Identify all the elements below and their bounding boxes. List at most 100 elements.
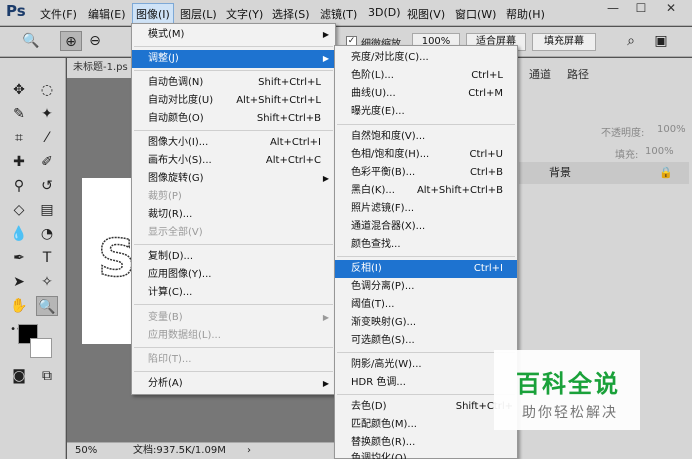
eraser-tool-icon[interactable]: ◇: [8, 200, 30, 220]
brush-tool-icon[interactable]: ✐: [36, 152, 58, 172]
menu-item-curves[interactable]: 曲线(U)... Ctrl+M: [335, 85, 517, 103]
menu-item-invert[interactable]: 反相(I) Ctrl+I: [335, 260, 517, 278]
menu-file[interactable]: 文件(F): [40, 6, 77, 22]
menu-item-mode[interactable]: 模式(M) ▶: [132, 26, 335, 44]
adjustments-submenu: 亮度/对比度(C)... 色阶(L)... Ctrl+L 曲线(U)... Ctrl…: [334, 45, 518, 459]
menu-item-canvas-size[interactable]: 画布大小(S)... Alt+Ctrl+C: [132, 152, 335, 170]
menu-item-duplicate[interactable]: 复制(D)...: [132, 248, 335, 266]
quick-select-tool-icon[interactable]: ✎: [8, 104, 30, 124]
menu-item-image-size[interactable]: 图像大小(I)... Alt+Ctrl+I: [132, 134, 335, 152]
move-tool-icon[interactable]: ✥: [8, 80, 30, 100]
type-tool-icon[interactable]: T: [36, 248, 58, 268]
menu-item-trim[interactable]: 裁切(R)...: [132, 206, 335, 224]
menu-3d[interactable]: 3D(D): [368, 6, 401, 19]
watermark-subtitle: 助你轻松解决: [522, 405, 618, 421]
menu-item-hue-saturation[interactable]: 色相/饱和度(H)... Ctrl+U: [335, 146, 517, 164]
menu-filter[interactable]: 滤镜(T): [320, 6, 357, 22]
blur-tool-icon[interactable]: 💧: [8, 224, 30, 244]
watermark-title: 百科全说: [516, 370, 620, 398]
menu-layer[interactable]: 图层(L): [180, 6, 217, 22]
custom-shape-icon[interactable]: ✧: [36, 272, 58, 292]
menu-select[interactable]: 选择(S): [272, 6, 310, 22]
menu-item-calculations[interactable]: 计算(C)...: [132, 284, 335, 302]
layer-row-background[interactable]: 背景 🔒: [519, 162, 689, 184]
tools-panel: ✥ ◌ ✎ ✦ ⌗ ⁄ ✚ ✐ ⚲ ↺ ◇ ▤ 💧 ◔ ✒ T ➤ ✧ ✋ 🔍 …: [0, 58, 66, 459]
gradient-tool-icon[interactable]: ▤: [36, 200, 58, 220]
menu-item-color-lookup[interactable]: 颜色查找...: [335, 236, 517, 254]
menu-item-gradient-map[interactable]: 渐变映射(G)...: [335, 314, 517, 332]
path-select-icon[interactable]: ➤: [8, 272, 30, 292]
pen-tool-icon[interactable]: ✒: [8, 248, 30, 268]
menu-item-color-balance[interactable]: 色彩平衡(B)... Ctrl+B: [335, 164, 517, 182]
menu-item-black-white[interactable]: 黑白(K)... Alt+Shift+Ctrl+B: [335, 182, 517, 200]
svg-text:S: S: [98, 229, 135, 289]
menu-type[interactable]: 文字(Y): [226, 6, 263, 22]
menu-item-match-color[interactable]: 匹配颜色(M)...: [335, 416, 517, 434]
clone-stamp-icon[interactable]: ⚲: [8, 176, 30, 196]
quick-mask-icon[interactable]: ◙: [8, 366, 30, 386]
menu-item-auto-color[interactable]: 自动颜色(O) Shift+Ctrl+B: [132, 110, 335, 128]
dodge-tool-icon[interactable]: ◔: [36, 224, 58, 244]
fill-screen-button[interactable]: 填充屏幕: [532, 33, 596, 51]
healing-brush-icon[interactable]: ✚: [8, 152, 30, 172]
close-button[interactable]: ✕: [658, 0, 684, 18]
opacity-label: 不透明度:: [601, 128, 645, 139]
menu-item-levels[interactable]: 色阶(L)... Ctrl+L: [335, 67, 517, 85]
menu-item-brightness-contrast[interactable]: 亮度/对比度(C)...: [335, 49, 517, 67]
menu-bar: Ps 文件(F) 编辑(E) 图像(I) 图层(L) 文字(Y) 选择(S) 滤…: [0, 0, 692, 26]
menu-item-auto-contrast[interactable]: 自动对比度(U) Alt+Shift+Ctrl+L: [132, 92, 335, 110]
tab-channels[interactable]: 通道: [529, 66, 551, 82]
menu-item-selective-color[interactable]: 可选颜色(S)...: [335, 332, 517, 350]
menu-item-channel-mixer[interactable]: 通道混合器(X)...: [335, 218, 517, 236]
zoom-tool-icon[interactable]: 🔍: [36, 296, 58, 316]
menu-item-image-rotation[interactable]: 图像旋转(G) ▶: [132, 170, 335, 188]
menu-item-apply-data-set: 应用数据组(L)...: [148, 330, 221, 341]
workspace-icon[interactable]: ▣: [650, 31, 672, 51]
menu-item-desaturate[interactable]: 去色(D) Shift+Ctrl+: [335, 398, 517, 416]
menu-item-hdr-toning[interactable]: HDR 色调...: [335, 374, 517, 392]
hand-tool-icon[interactable]: ✋: [8, 296, 30, 316]
history-brush-icon[interactable]: ↺: [36, 176, 58, 196]
lasso-tool-icon[interactable]: ◌: [36, 80, 58, 100]
magic-wand-icon[interactable]: ✦: [36, 104, 58, 124]
menu-item-trap: 陷印(T)...: [148, 354, 192, 365]
menu-item-reveal-all: 显示全部(V): [148, 227, 203, 238]
menu-help[interactable]: 帮助(H): [506, 6, 545, 22]
opacity-value[interactable]: 100%: [657, 124, 686, 135]
menu-view[interactable]: 视图(V): [407, 6, 445, 22]
eyedropper-tool-icon[interactable]: ⁄: [36, 128, 58, 148]
menu-item-equalize[interactable]: 色调均化(Q): [335, 450, 517, 459]
search-icon[interactable]: ⌕: [620, 31, 642, 51]
menu-window[interactable]: 窗口(W): [455, 6, 496, 22]
zoom-tool-preset-icon[interactable]: 🔍: [20, 31, 42, 51]
menu-item-exposure[interactable]: 曝光度(E)...: [335, 103, 517, 121]
menu-item-auto-tone[interactable]: 自动色调(N) Shift+Ctrl+L: [132, 74, 335, 92]
tab-paths[interactable]: 路径: [567, 66, 589, 82]
restore-button[interactable]: ☐: [628, 0, 654, 18]
menu-item-vibrance[interactable]: 自然饱和度(V)...: [335, 128, 517, 146]
crop-tool-icon[interactable]: ⌗: [8, 128, 30, 148]
status-expand-icon[interactable]: ›: [247, 443, 251, 458]
menu-item-photo-filter[interactable]: 照片滤镜(F)...: [335, 200, 517, 218]
menu-item-crop: 裁剪(P): [148, 191, 182, 202]
screen-mode-icon[interactable]: ⧉: [36, 366, 58, 386]
document-tab[interactable]: 未标题-1.ps: [67, 58, 137, 78]
fill-value[interactable]: 100%: [645, 146, 674, 157]
zoom-out-icon[interactable]: ⊖: [84, 31, 106, 51]
menu-edit[interactable]: 编辑(E): [88, 6, 126, 22]
menu-image[interactable]: 图像(I): [132, 3, 174, 25]
menu-item-adjustments[interactable]: 调整(J) ▶: [132, 50, 335, 68]
background-color-swatch[interactable]: [30, 338, 52, 358]
app-logo: Ps: [6, 2, 26, 20]
menu-item-apply-image[interactable]: 应用图像(Y)...: [132, 266, 335, 284]
minimize-button[interactable]: —: [600, 0, 626, 18]
menu-item-posterize[interactable]: 色调分离(P)...: [335, 278, 517, 296]
lock-icon: 🔒: [659, 166, 673, 179]
menu-item-variables: 变量(B) ▶: [148, 312, 329, 323]
menu-item-analysis[interactable]: 分析(A) ▶: [132, 375, 335, 393]
fill-label: 填充:: [615, 150, 639, 161]
menu-item-threshold[interactable]: 阈值(T)...: [335, 296, 517, 314]
zoom-level[interactable]: 50%: [75, 443, 97, 458]
menu-item-shadows-highlights[interactable]: 阴影/高光(W)...: [335, 356, 517, 374]
zoom-in-icon[interactable]: ⊕: [60, 31, 82, 51]
